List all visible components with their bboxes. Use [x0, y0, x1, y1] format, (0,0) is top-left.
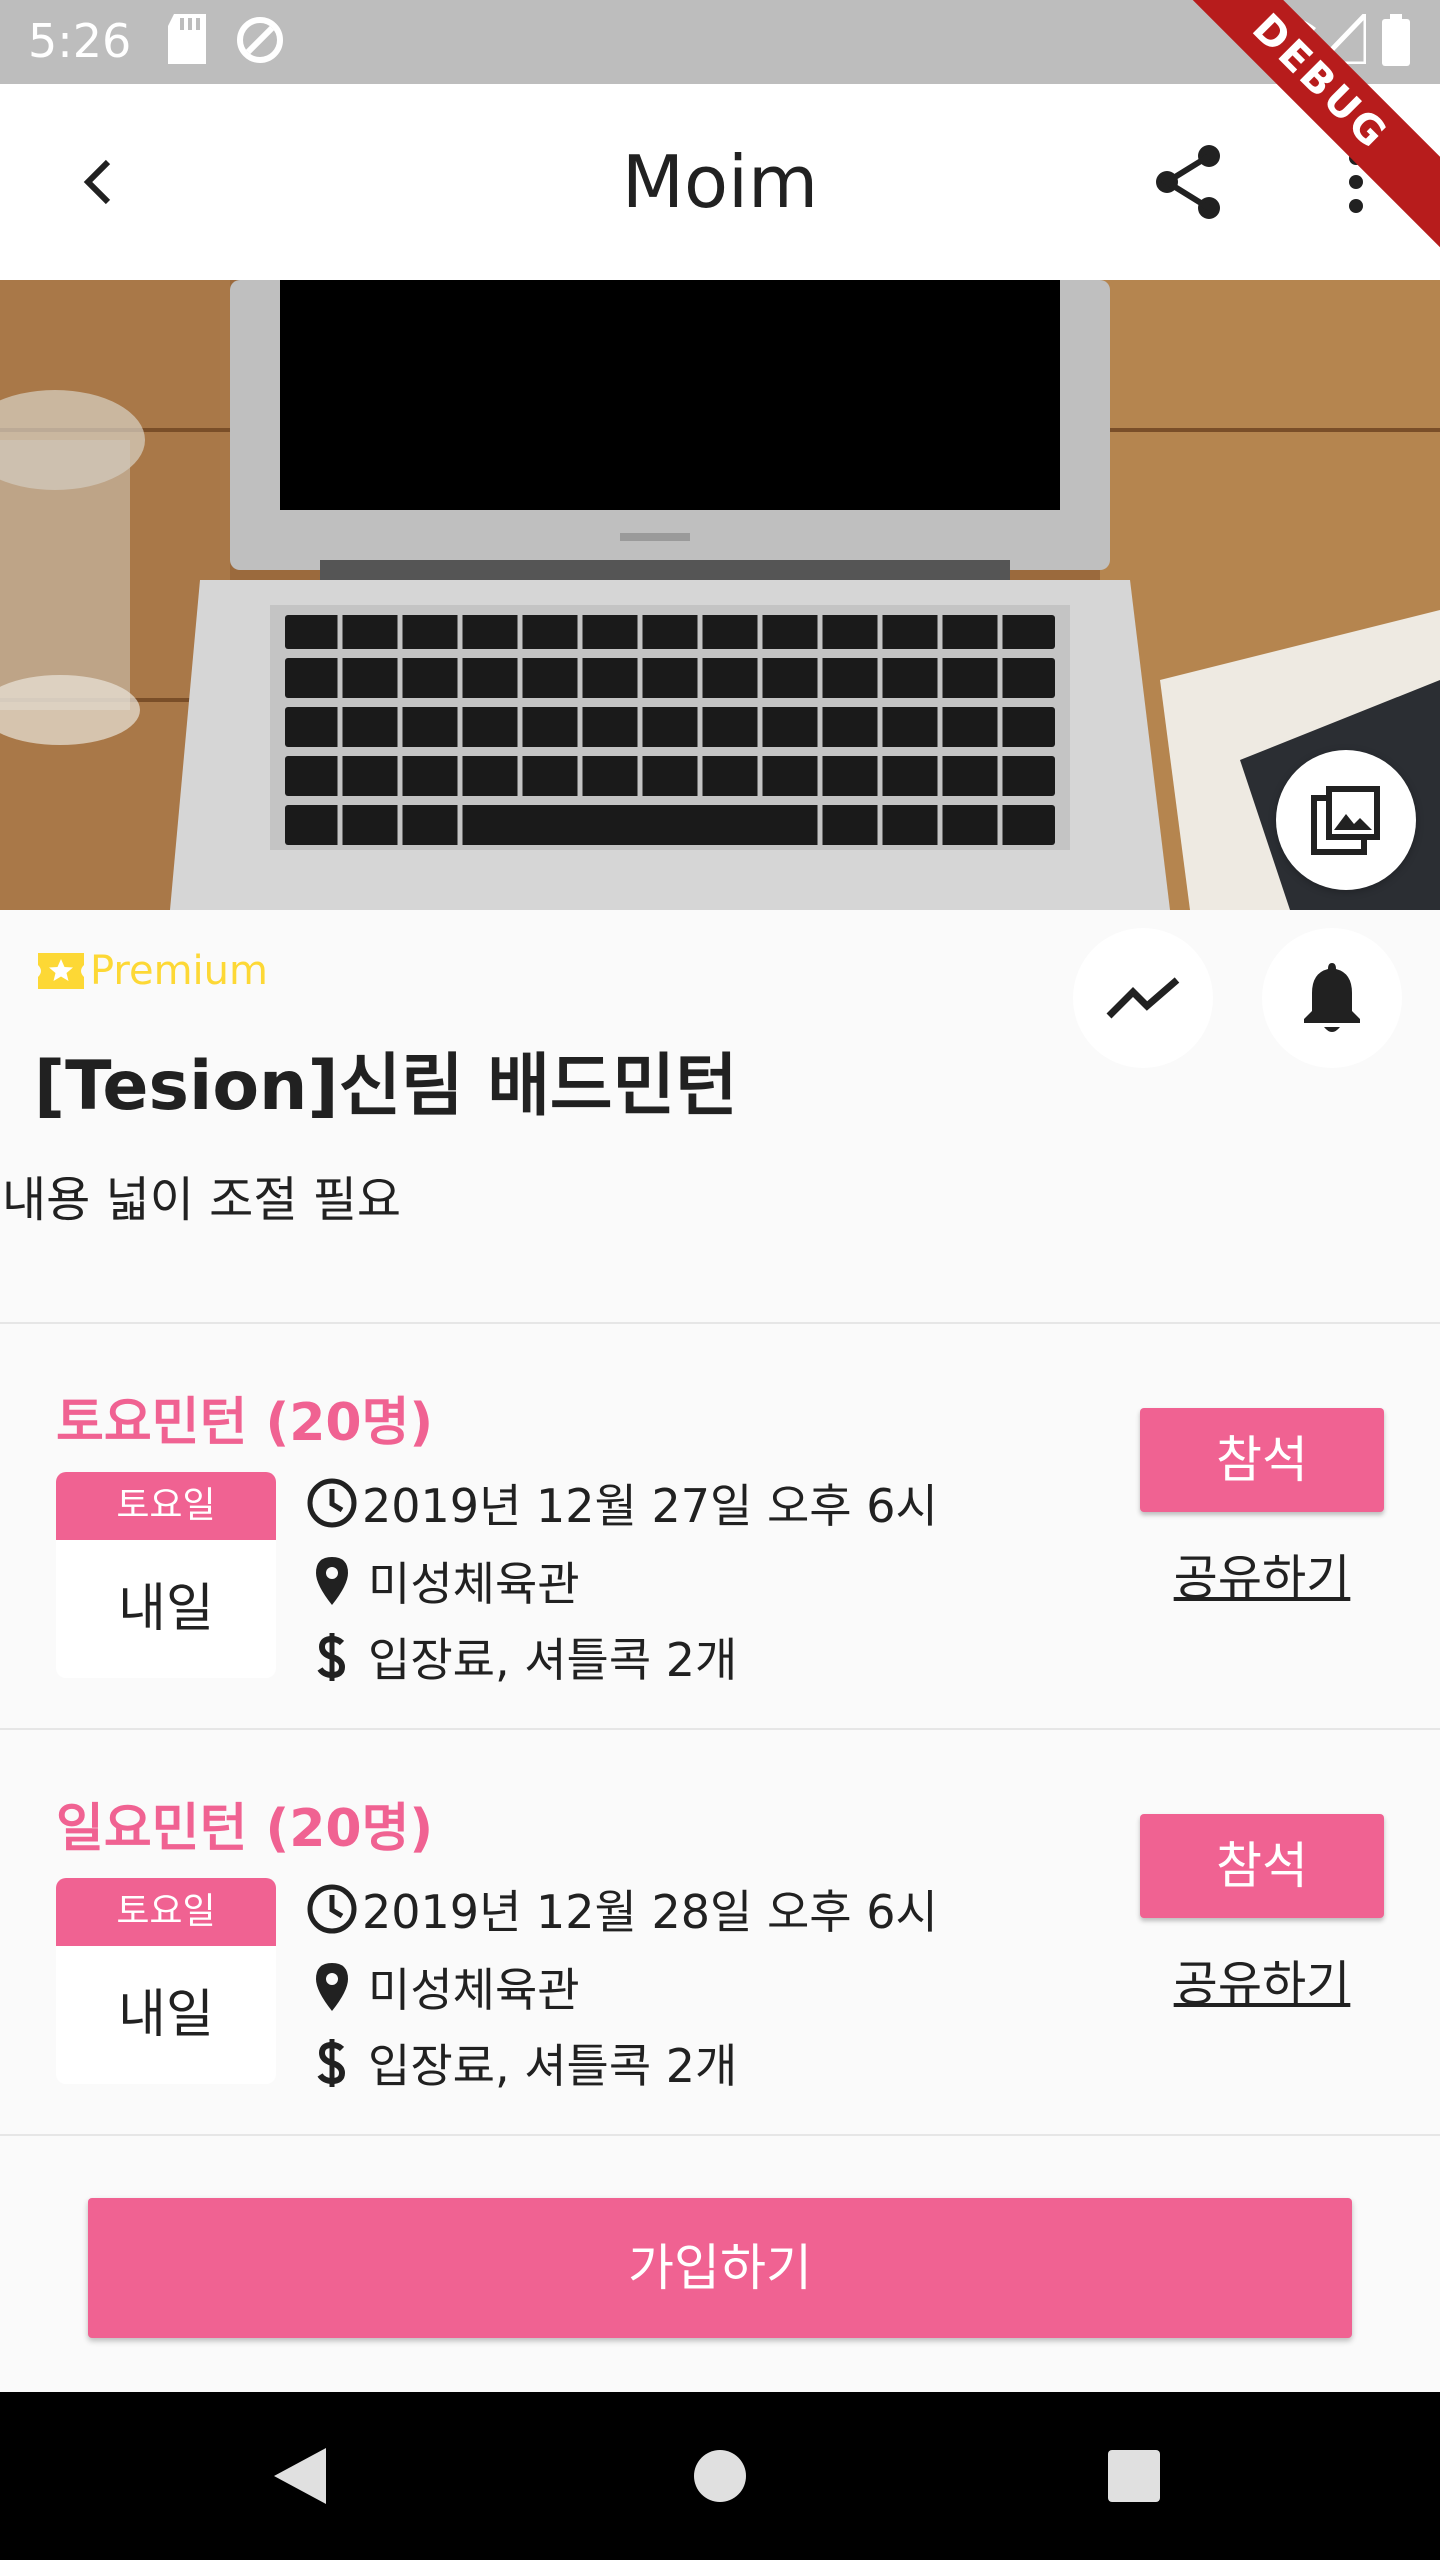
day-relative: 내일	[118, 1579, 214, 1639]
event-location: 미성체육관	[368, 1963, 580, 2017]
status-time: 5:26	[28, 14, 132, 68]
event-datetime: 2019년 12월 27일 오후 6시	[362, 1479, 938, 1533]
share-icon	[1156, 145, 1220, 219]
location-pin-icon	[316, 1557, 348, 1605]
share-link[interactable]: 공유하기	[1140, 1944, 1384, 2014]
share-button[interactable]	[1140, 134, 1236, 230]
back-button[interactable]	[50, 134, 146, 230]
trending-button[interactable]	[1073, 928, 1213, 1068]
nav-recents-button[interactable]	[1084, 2426, 1184, 2526]
fee-row: 입장료, 셔틀콕 2개	[306, 1624, 737, 1690]
location-row: 미성체육관	[306, 1954, 580, 2020]
datetime-row: 2019년 12월 28일 오후 6시	[306, 1876, 938, 1942]
event-title: 토요민턴 (20명)	[56, 1393, 434, 1453]
star-ticket-icon	[38, 953, 84, 989]
day-relative: 내일	[118, 1985, 214, 2045]
nav-recents-icon	[1108, 2450, 1160, 2502]
clock-icon	[307, 1884, 357, 1934]
data-saver-icon	[234, 14, 286, 70]
event-datetime: 2019년 12월 28일 오후 6시	[362, 1885, 938, 1939]
day-label: 토요일	[56, 1878, 276, 1946]
bell-icon	[1304, 963, 1360, 1032]
back-arrow-icon	[83, 159, 111, 205]
datetime-row: 2019년 12월 27일 오후 6시	[306, 1470, 938, 1536]
share-link[interactable]: 공유하기	[1140, 1538, 1384, 1608]
trending-icon	[1106, 977, 1180, 1019]
sd-card-icon	[166, 14, 208, 68]
clock-icon	[307, 1478, 357, 1528]
event-card-1: 토요민턴 (20명) 토요일 내일 2019년 12월 27일 오후 6시 미성…	[0, 1324, 1440, 1728]
day-card: 토요일 내일	[56, 1878, 276, 2084]
day-label: 토요일	[56, 1472, 276, 1540]
nav-back-icon	[274, 2448, 326, 2504]
gallery-button[interactable]	[1276, 750, 1416, 890]
divider	[0, 2134, 1440, 2136]
hero-image	[0, 280, 1440, 910]
photo-library-icon	[1311, 786, 1380, 855]
group-description: 내용 넓이 조절 필요	[2, 1172, 402, 1228]
event-fee: 입장료, 셔틀콕 2개	[368, 2039, 738, 2093]
event-fee: 입장료, 셔틀콕 2개	[368, 1633, 738, 1687]
premium-badge: Premium	[38, 948, 268, 994]
nav-home-icon	[694, 2450, 746, 2502]
navigation-bar	[0, 2392, 1440, 2560]
group-title: [Tesion]신림 배드민턴	[34, 1047, 738, 1126]
event-title: 일요민턴 (20명)	[56, 1799, 434, 1859]
attend-button[interactable]: 참석	[1140, 1814, 1384, 1918]
dollar-icon	[317, 2039, 346, 2087]
join-button[interactable]: 가입하기	[88, 2198, 1352, 2338]
notification-button[interactable]	[1262, 928, 1402, 1068]
premium-label: Premium	[90, 948, 268, 994]
attend-button[interactable]: 참석	[1140, 1408, 1384, 1512]
dollar-icon	[317, 1633, 346, 1681]
event-location: 미성체육관	[368, 1557, 580, 1611]
nav-home-button[interactable]	[670, 2426, 770, 2526]
location-pin-icon	[316, 1963, 348, 2011]
nav-back-button[interactable]	[250, 2426, 350, 2526]
day-card: 토요일 내일	[56, 1472, 276, 1678]
battery-icon	[1382, 14, 1410, 70]
location-row: 미성체육관	[306, 1548, 580, 1614]
app-bar: Moim	[0, 84, 1440, 280]
fee-row: 입장료, 셔틀콕 2개	[306, 2030, 737, 2096]
laptop-illustration	[0, 280, 1440, 910]
event-card-2: 일요민턴 (20명) 토요일 내일 2019년 12월 28일 오후 6시 미성…	[0, 1730, 1440, 2134]
